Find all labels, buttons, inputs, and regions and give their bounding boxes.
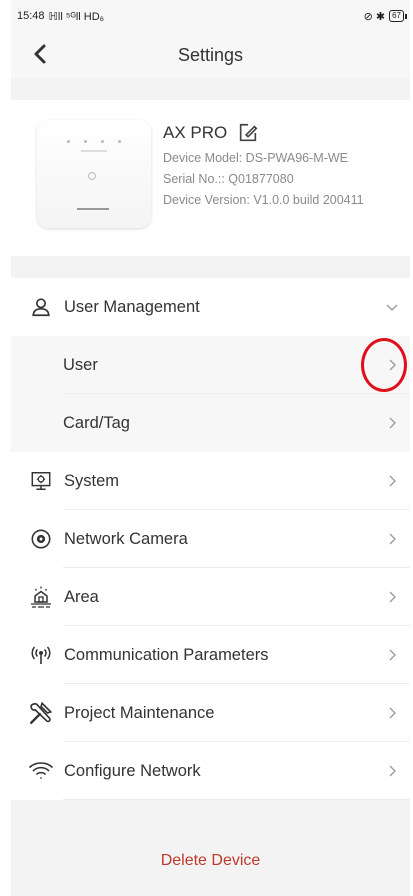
delete-device-button[interactable]: Delete Device <box>161 852 261 869</box>
device-image <box>37 120 151 228</box>
delete-area: Delete Device <box>11 852 410 870</box>
menu-label-card-tag: Card/Tag <box>63 413 130 432</box>
device-model: Device Model: DS-PWA96-M-WE <box>163 151 348 165</box>
left-frame <box>0 0 11 896</box>
chevron-down-icon <box>386 304 398 311</box>
battery-icon: 67 <box>389 10 407 22</box>
menu-label-configure-network: Configure Network <box>64 761 201 780</box>
chevron-right-icon <box>389 533 396 545</box>
system-icon <box>28 468 54 494</box>
header-bar: Settings <box>11 32 410 78</box>
wifi-icon <box>28 758 54 784</box>
user-icon <box>28 294 54 320</box>
area-icon <box>28 584 54 610</box>
menu-item-system[interactable]: System <box>11 452 410 510</box>
device-card: AX PRO Device Model: DS-PWA96-M-WE Seria… <box>11 100 410 256</box>
settings-menu: User Management User Card/Tag System Net… <box>11 278 410 800</box>
menu-label-system: System <box>64 471 120 490</box>
status-icons: ⊘ ✱ <box>363 10 386 23</box>
status-bar: 15:48 ℍll ⁵ᴳll HD₆ ⊘ ✱ 67 <box>11 0 410 32</box>
menu-item-configure-network[interactable]: Configure Network <box>11 742 410 800</box>
back-arrow-icon[interactable] <box>29 42 53 66</box>
menu-item-project-maintenance[interactable]: Project Maintenance <box>11 684 410 742</box>
menu-item-communication-parameters[interactable]: Communication Parameters <box>11 626 410 684</box>
menu-label-project-maintenance: Project Maintenance <box>64 703 215 722</box>
menu-label-user: User <box>63 355 98 374</box>
menu-item-network-camera[interactable]: Network Camera <box>11 510 410 568</box>
device-name: AX PRO <box>163 123 228 142</box>
menu-label-communication: Communication Parameters <box>64 645 269 664</box>
annotation-circle <box>361 338 407 392</box>
phone-screen: 15:48 ℍll ⁵ᴳll HD₆ ⊘ ✱ 67 Settings AX PR… <box>11 0 410 896</box>
tools-icon <box>28 700 54 726</box>
status-signal: ℍll ⁵ᴳll HD₆ <box>48 10 105 23</box>
chevron-right-icon <box>389 475 396 487</box>
edit-icon[interactable] <box>237 122 259 144</box>
device-serial: Serial No.:: Q01877080 <box>163 172 294 186</box>
menu-item-user[interactable]: User <box>11 336 410 394</box>
antenna-icon <box>28 642 54 668</box>
status-time: 15:48 <box>17 10 45 22</box>
chevron-right-icon <box>389 591 396 603</box>
menu-label-user-management: User Management <box>64 297 200 316</box>
chevron-right-icon <box>389 649 396 661</box>
menu-item-user-management[interactable]: User Management <box>11 278 410 336</box>
page-title: Settings <box>177 44 244 65</box>
chevron-right-icon <box>389 417 396 429</box>
divider <box>63 799 410 800</box>
menu-item-card-tag[interactable]: Card/Tag <box>11 394 410 452</box>
camera-icon <box>28 526 54 552</box>
menu-item-area[interactable]: Area <box>11 568 410 626</box>
chevron-right-icon <box>389 765 396 777</box>
menu-label-area: Area <box>64 587 99 606</box>
menu-label-network-camera: Network Camera <box>64 529 188 548</box>
chevron-right-icon <box>389 707 396 719</box>
device-version: Device Version: V1.0.0 build 200411 <box>163 193 364 207</box>
